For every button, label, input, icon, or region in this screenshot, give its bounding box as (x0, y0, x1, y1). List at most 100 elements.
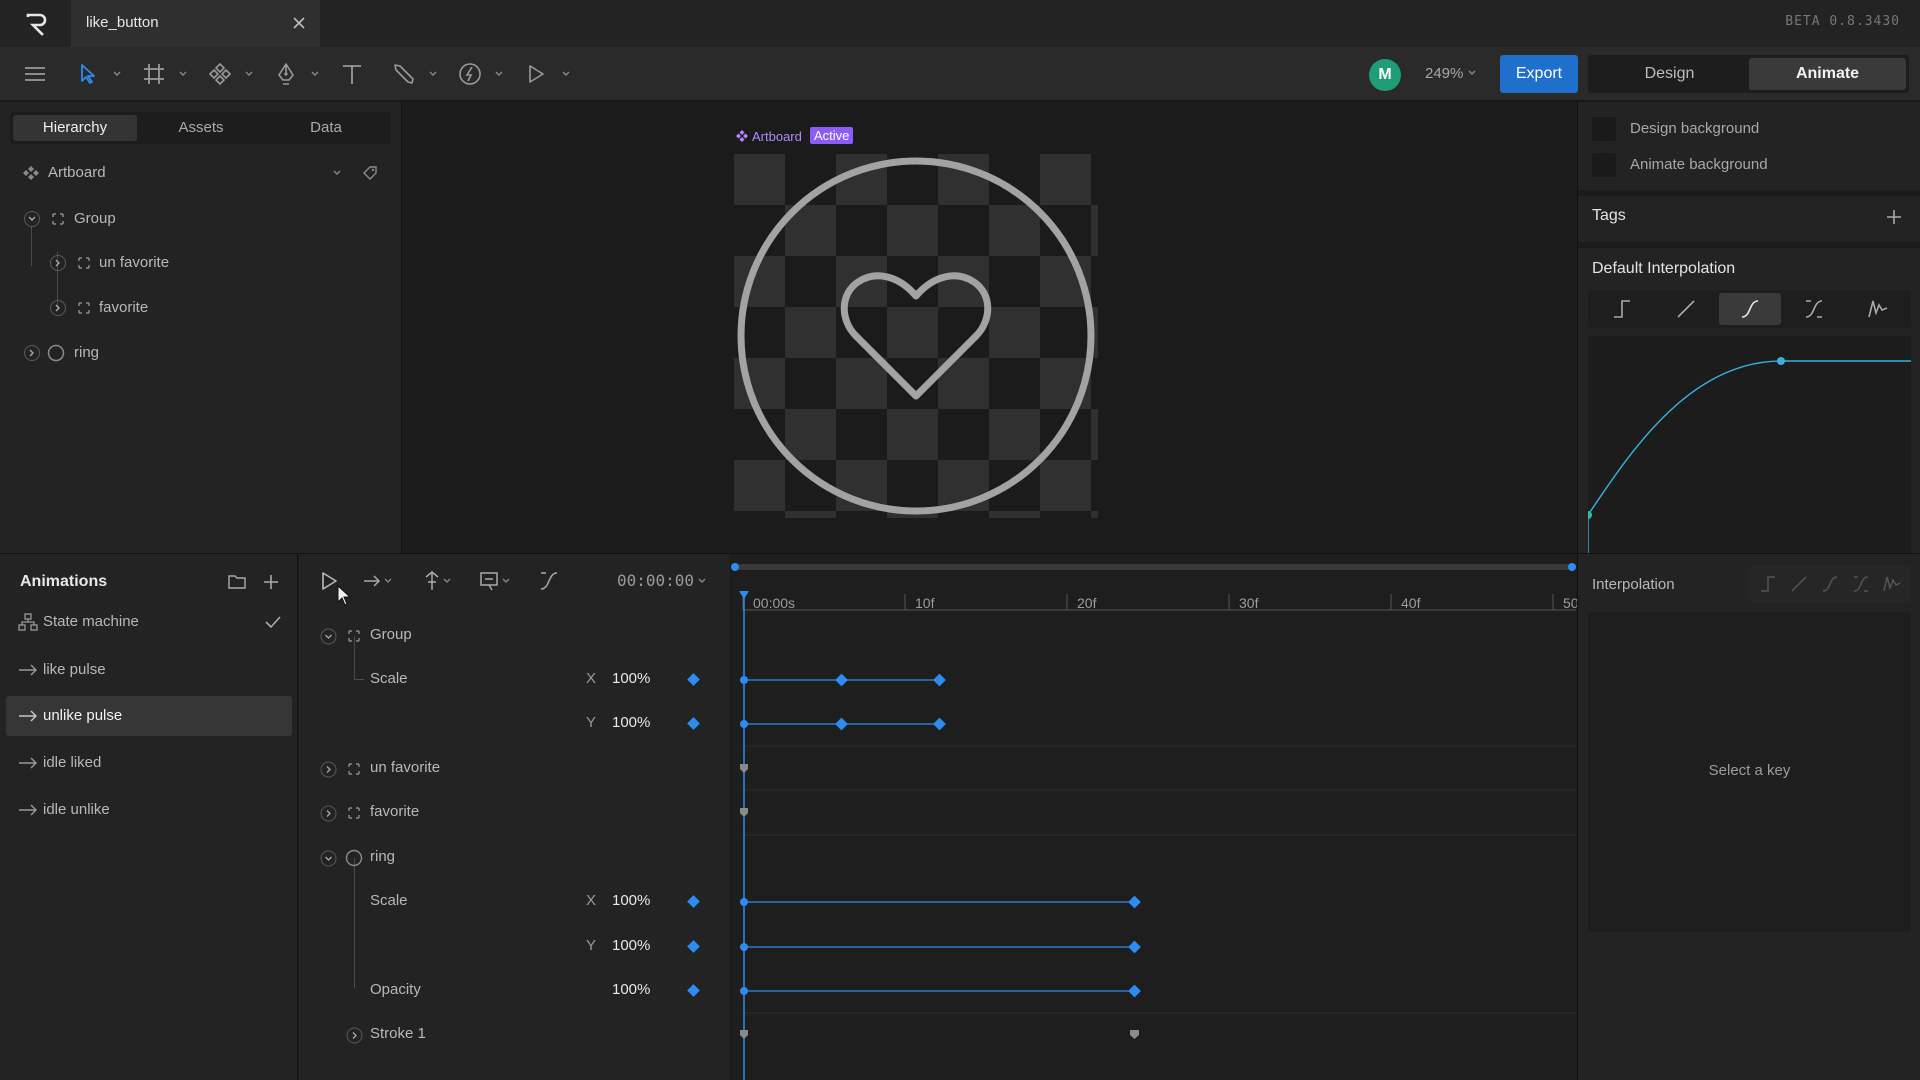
property-value[interactable]: 100% (612, 937, 650, 954)
play-tool-icon[interactable] (522, 60, 550, 88)
loop-mode-icon[interactable] (363, 571, 395, 591)
tab-assets[interactable]: Assets (139, 115, 263, 141)
expand-toggle[interactable] (50, 300, 66, 316)
chevron-down-icon[interactable] (244, 69, 254, 79)
cubic-interpolation-button[interactable] (1719, 293, 1781, 325)
timeline-grid[interactable]: 00:00s 10f 20f 30f 40f 50 (731, 553, 1579, 1080)
animation-item-state-machine[interactable]: State machine (6, 602, 292, 642)
pen-tool-icon[interactable] (272, 60, 300, 88)
interpolation-curve-icon[interactable] (537, 569, 561, 593)
animate-mode-button[interactable]: Animate (1749, 58, 1906, 90)
elastic-curve-icon[interactable] (1882, 574, 1902, 594)
timeline-row-ring-scale-x[interactable]: Scale X 100% (299, 880, 730, 924)
animation-item-idle-unlike[interactable]: idle unlike (6, 790, 292, 830)
keyframe-button[interactable] (687, 673, 700, 686)
keyframe-button[interactable] (687, 895, 700, 908)
timeline-row-ring[interactable]: ring (299, 836, 730, 880)
hold-interpolation-button[interactable] (1591, 293, 1653, 325)
animation-item-like-pulse[interactable]: like pulse (6, 650, 292, 690)
animate-background-row[interactable]: Animate background (1592, 153, 1892, 177)
avatar[interactable]: M (1369, 59, 1401, 91)
property-value[interactable]: 100% (612, 981, 650, 998)
expand-toggle[interactable] (320, 628, 337, 645)
expand-toggle[interactable] (50, 255, 66, 271)
property-value[interactable]: 100% (612, 714, 650, 731)
folder-icon[interactable] (227, 573, 247, 591)
hierarchy-item-ring[interactable]: ring (22, 342, 382, 364)
bone-tool-icon[interactable] (390, 60, 418, 88)
timeline-row-ring-opacity[interactable]: Opacity 100% (299, 969, 730, 1013)
hold-curve-icon[interactable] (1758, 574, 1778, 594)
linear-interpolation-button[interactable] (1655, 293, 1717, 325)
menu-icon[interactable] (21, 60, 49, 88)
animation-item-unlike-pulse[interactable]: unlike pulse (6, 696, 292, 736)
plus-icon[interactable] (261, 572, 281, 592)
tag-icon[interactable] (362, 165, 378, 181)
custom-curve-icon[interactable] (1851, 574, 1871, 594)
hierarchy-item-group[interactable]: Group (22, 208, 382, 230)
keyframe-button[interactable] (687, 940, 700, 953)
cubic-custom-interpolation-button[interactable] (1783, 293, 1845, 325)
artboard-label[interactable]: Artboard (752, 129, 802, 144)
chevron-down-icon[interactable] (697, 576, 707, 586)
expand-toggle[interactable] (320, 805, 337, 822)
export-button[interactable]: Export (1500, 55, 1578, 93)
snap-icon[interactable] (422, 570, 454, 592)
expand-toggle[interactable] (320, 761, 337, 778)
work-area-icon[interactable] (479, 570, 515, 592)
expand-toggle[interactable] (346, 1027, 363, 1044)
event-tool-icon[interactable] (456, 60, 484, 88)
artboard-tool-icon[interactable] (140, 60, 168, 88)
arrow-right-icon (19, 664, 37, 676)
chevron-down-icon[interactable] (310, 69, 320, 79)
timeline-row-group[interactable]: Group (299, 614, 730, 658)
elastic-interpolation-button[interactable] (1847, 293, 1909, 325)
animate-background-checkbox[interactable] (1592, 153, 1616, 177)
design-background-row[interactable]: Design background (1592, 117, 1892, 141)
timeline-row-un-favorite[interactable]: un favorite (299, 747, 730, 791)
interpolation-curve-editor[interactable] (1588, 336, 1911, 553)
timeline-tracks[interactable] (731, 554, 1576, 1080)
chevron-down-icon[interactable] (112, 69, 122, 79)
zoom-level[interactable]: 249% (1425, 65, 1463, 82)
chevron-down-icon[interactable] (428, 69, 438, 79)
chevron-down-icon[interactable] (494, 69, 504, 79)
expand-toggle[interactable] (24, 345, 40, 361)
chevron-down-icon[interactable] (178, 69, 188, 79)
timecode[interactable]: 00:00:00 (617, 571, 694, 590)
expand-toggle[interactable] (24, 211, 40, 227)
chevron-down-icon[interactable] (332, 168, 342, 178)
chevron-down-icon[interactable] (561, 69, 571, 79)
property-value[interactable]: 100% (612, 670, 650, 687)
close-icon[interactable] (290, 14, 308, 32)
property-label: Scale (370, 670, 408, 687)
linear-curve-icon[interactable] (1789, 574, 1809, 594)
rive-logo-icon[interactable] (22, 10, 50, 38)
keyframe-button[interactable] (687, 717, 700, 730)
hierarchy-item-artboard[interactable]: Artboard (22, 162, 382, 184)
select-tool-icon[interactable] (74, 60, 102, 88)
timeline-row-favorite[interactable]: favorite (299, 791, 730, 835)
property-value[interactable]: 100% (612, 892, 650, 909)
expand-toggle[interactable] (320, 850, 337, 867)
timeline-row-group-scale-x[interactable]: Scale X 100% (299, 658, 730, 702)
artboard[interactable] (734, 154, 1098, 518)
keyframe-button[interactable] (687, 984, 700, 997)
timeline-row-ring-scale-y[interactable]: Y 100% (299, 925, 730, 969)
design-mode-button[interactable]: Design (1591, 58, 1748, 90)
cubic-curve-icon[interactable] (1820, 574, 1840, 594)
hierarchy-item-favorite[interactable]: favorite (48, 297, 378, 319)
design-background-checkbox[interactable] (1592, 117, 1616, 141)
text-tool-icon[interactable] (338, 60, 366, 88)
timeline-row-group-scale-y[interactable]: Y 100% (299, 702, 730, 746)
animation-item-idle-liked[interactable]: idle liked (6, 743, 292, 783)
plus-icon[interactable] (1884, 207, 1904, 227)
hierarchy-item-un-favorite[interactable]: un favorite (48, 252, 378, 274)
component-tool-icon[interactable] (206, 60, 234, 88)
tab-data[interactable]: Data (264, 115, 388, 141)
timeline-row-stroke[interactable]: Stroke 1 (299, 1013, 730, 1057)
tab-hierarchy[interactable]: Hierarchy (13, 115, 137, 141)
file-tab[interactable]: like_button (71, 0, 320, 47)
chevron-down-icon[interactable] (1467, 68, 1477, 78)
canvas[interactable]: Artboard Active (403, 102, 1576, 553)
